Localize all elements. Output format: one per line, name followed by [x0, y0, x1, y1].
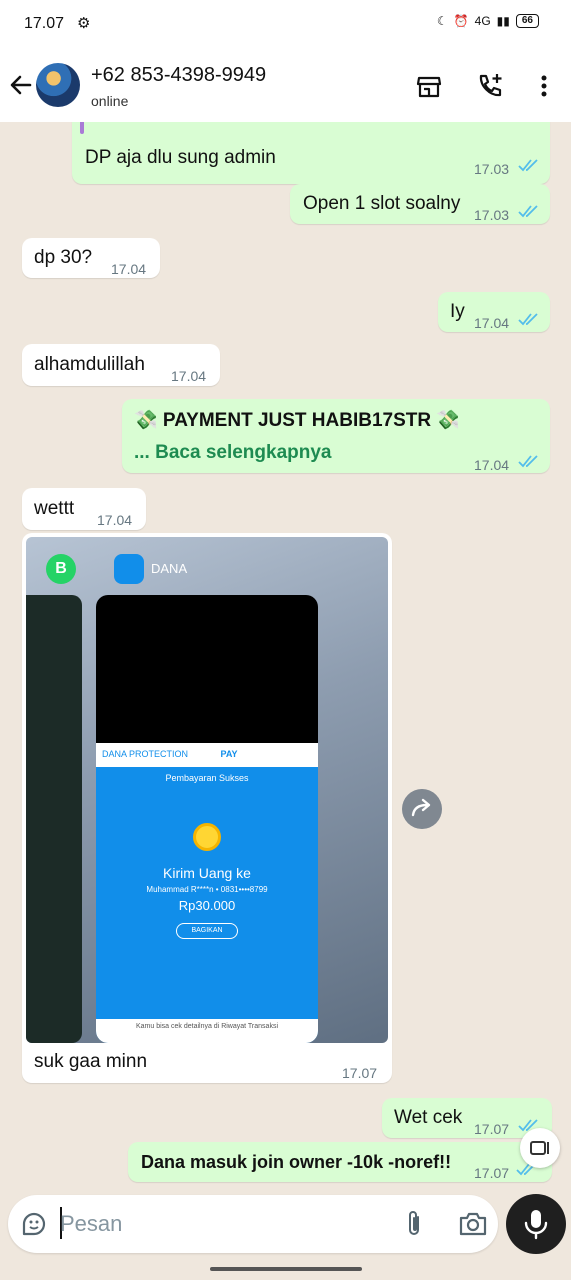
message-time: 17.07 — [342, 1065, 378, 1081]
contact-name[interactable]: +62 853-4398-9949 — [91, 64, 266, 87]
message-text: 💸 PAYMENT JUST HABIB17STR 💸 — [134, 410, 461, 431]
message-text: dp 30? — [34, 247, 93, 268]
message-time: 17.04 — [171, 368, 207, 384]
message-text: alhamdulillah — [34, 354, 145, 375]
message-text: Wet cek — [394, 1107, 463, 1128]
minimize-player-button[interactable] — [520, 1128, 560, 1168]
message-image[interactable]: B DANA DANA PROTECTION PAY Pembayaran Su… — [26, 537, 388, 1043]
status-bar: 17.07 ⚙ ☾ ⏰ 4G ▮▮ 66 — [0, 0, 571, 50]
camera-icon[interactable] — [458, 1210, 488, 1238]
whatsapp-business-icon: B — [46, 554, 76, 584]
contact-status: online — [91, 93, 129, 109]
amount-label: Rp30.000 — [178, 898, 236, 913]
message-input[interactable]: Pesan — [60, 1211, 122, 1237]
message-time: 17.03 — [474, 207, 510, 223]
chat-area[interactable]: DP aja dlu sung admin 17.03 Open 1 slot … — [0, 122, 571, 1192]
message-time: 17.04 — [97, 512, 133, 528]
message-text: Dana masuk join owner -10k -noref!! — [141, 1152, 452, 1172]
network-label: 4G — [474, 14, 491, 28]
voice-record-button[interactable] — [506, 1194, 566, 1254]
dana-app-icon — [114, 554, 144, 584]
read-more-link[interactable]: ... Baca selengkapnya — [134, 441, 332, 465]
message-bubble[interactable]: alhamdulillah 17.04 — [22, 344, 220, 386]
message-time: 17.07 — [474, 1165, 510, 1181]
gear-icon: ⚙ — [77, 15, 91, 32]
shop-icon[interactable] — [415, 72, 443, 100]
message-bubble[interactable]: dp 30? 17.04 — [22, 238, 160, 278]
message-bubble[interactable]: DP aja dlu sung admin 17.03 — [72, 122, 550, 184]
read-ticks-icon — [518, 313, 538, 326]
sticker-icon[interactable] — [20, 1210, 48, 1238]
chat-header: +62 853-4398-9949 online — [0, 50, 571, 122]
read-ticks-icon — [518, 455, 538, 468]
dana-app-card: DANA PROTECTION PAY Pembayaran Sukses Ki… — [96, 595, 318, 1043]
read-ticks-icon — [518, 159, 538, 172]
quoted-emoji — [80, 122, 84, 134]
message-time: 17.04 — [111, 261, 147, 277]
more-options-icon[interactable] — [530, 72, 558, 100]
gesture-navigation-bar[interactable] — [210, 1267, 362, 1271]
message-bubble[interactable]: Iy 17.04 — [438, 292, 550, 332]
status-icons: ☾ ⏰ 4G ▮▮ 66 — [437, 14, 539, 28]
battery-icon: 66 — [515, 14, 539, 28]
history-note: Kamu bisa cek detailnya di Riwayat Trans… — [96, 1019, 318, 1043]
back-arrow-icon[interactable] — [8, 70, 34, 100]
signal-icon: ▮▮ — [496, 14, 510, 28]
message-bubble[interactable]: 💸 PAYMENT JUST HABIB17STR 💸 ... Baca sel… — [122, 399, 550, 473]
share-button: BAGIKAN — [176, 923, 238, 939]
recipient-label: Muhammad R****n • 0831••••8799 — [146, 885, 268, 894]
attach-icon[interactable] — [404, 1209, 424, 1239]
avatar[interactable] — [36, 63, 80, 107]
dana-pay-label: PAY — [220, 749, 238, 759]
mic-icon — [524, 1210, 548, 1240]
dana-header: DANA PROTECTION PAY — [96, 743, 318, 767]
message-caption: suk gaa minn — [34, 1051, 148, 1072]
message-input-bar[interactable]: Pesan — [8, 1195, 498, 1253]
forward-icon[interactable] — [402, 789, 442, 829]
message-time: 17.04 — [474, 315, 510, 331]
message-time: 17.04 — [474, 457, 510, 473]
message-bubble[interactable]: Open 1 slot soalny 17.03 — [290, 184, 550, 224]
send-label: Kirim Uang ke — [163, 865, 251, 881]
payment-title: Pembayaran Sukses — [165, 773, 249, 783]
alarm-icon: ⏰ — [453, 14, 469, 28]
status-time: 17.07 — [24, 15, 65, 32]
pip-icon — [530, 1141, 549, 1155]
message-text: wettt — [34, 498, 75, 519]
read-ticks-icon — [518, 205, 538, 218]
recent-app-card — [26, 595, 82, 1043]
moon-icon: ☾ — [436, 14, 448, 28]
message-bubble[interactable]: wettt 17.04 — [22, 488, 146, 530]
message-time: 17.07 — [474, 1121, 510, 1137]
message-text: Iy — [450, 301, 465, 322]
add-call-icon[interactable] — [476, 72, 504, 100]
message-text: DP aja dlu sung admin — [85, 147, 276, 168]
app-label: DANA — [151, 561, 188, 576]
payment-success-panel: Pembayaran Sukses Kirim Uang ke Muhammad… — [96, 767, 318, 1043]
message-time: 17.03 — [474, 161, 510, 177]
message-text: Open 1 slot soalny — [303, 193, 461, 214]
coin-icon — [193, 823, 221, 851]
message-bubble[interactable]: Dana masuk join owner -10k -noref!! 17.0… — [128, 1142, 552, 1182]
dana-protection-label: DANA PROTECTION — [102, 749, 189, 759]
